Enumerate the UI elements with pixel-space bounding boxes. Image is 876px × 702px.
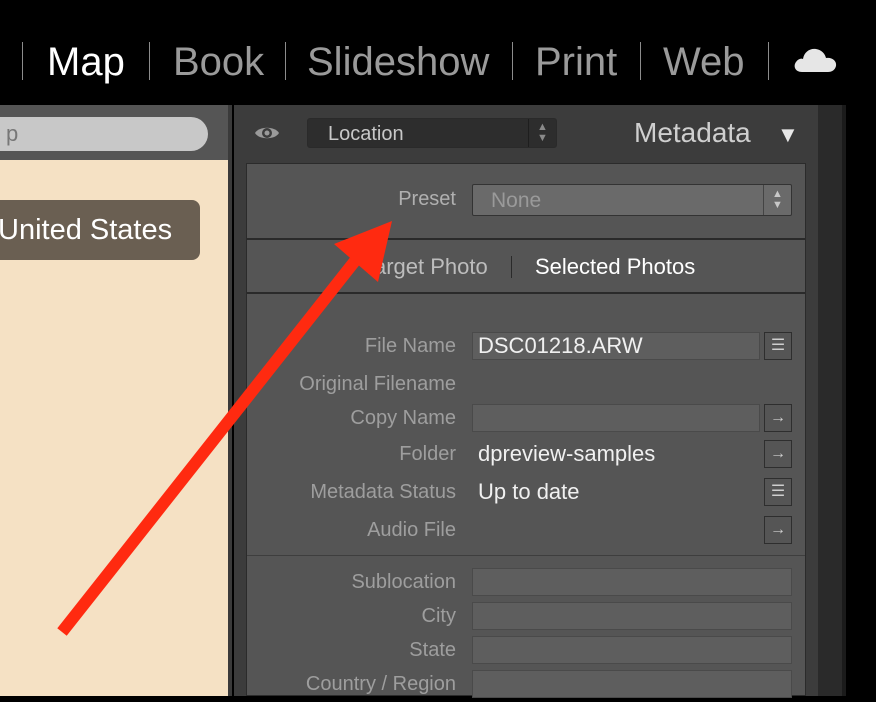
field-state: State [247, 634, 805, 668]
field-label: Country / Region [305, 673, 456, 695]
metadata-status-value: Up to date [478, 479, 580, 504]
panel-divider[interactable] [228, 105, 232, 696]
list-icon[interactable]: ☰ [764, 478, 792, 506]
country-region-input[interactable] [472, 670, 792, 698]
tab-separator [511, 256, 512, 278]
preset-section: Preset None ▲ ▼ [247, 164, 805, 240]
select-stepper-icon: ▲ ▼ [763, 185, 791, 215]
field-label: State [409, 639, 456, 661]
module-separator [512, 42, 513, 80]
field-label: Audio File [367, 519, 456, 541]
panel-edge [842, 105, 846, 696]
collapse-triangle-icon[interactable]: ▼ [777, 122, 799, 148]
cloud-icon[interactable] [792, 44, 838, 76]
arrow-right-icon[interactable]: → [764, 404, 792, 432]
module-book[interactable]: Book [173, 38, 264, 86]
module-separator [22, 42, 23, 80]
field-label: Original Filename [299, 373, 456, 395]
tab-target-photo[interactable]: Target Photo [363, 254, 488, 280]
metadata-view-select[interactable]: Location ▲ ▼ [307, 118, 557, 148]
field-sublocation: Sublocation [247, 566, 805, 600]
field-label: Copy Name [350, 407, 456, 429]
field-city: City [247, 600, 805, 634]
field-metadata-status: Metadata Status Up to date ☰ [247, 476, 805, 510]
metadata-body: Preset None ▲ ▼ Target Photo Selected Pho… [246, 163, 806, 698]
module-separator [640, 42, 641, 80]
metadata-view-select-value: Location [328, 123, 404, 145]
section-divider [247, 555, 805, 556]
arrow-right-icon[interactable]: → [764, 440, 792, 468]
field-audio-file: Audio File → [247, 514, 805, 548]
preset-select-value: None [491, 189, 542, 212]
map-location-label[interactable]: United States [0, 200, 200, 260]
map-search-input[interactable]: p [0, 117, 208, 151]
module-web[interactable]: Web [663, 38, 745, 86]
preset-label: Preset [398, 188, 456, 210]
tab-selected-photos[interactable]: Selected Photos [535, 254, 695, 280]
arrow-right-icon[interactable]: → [764, 516, 792, 544]
module-separator [285, 42, 286, 80]
field-label: File Name [364, 335, 456, 357]
state-input[interactable] [472, 636, 792, 664]
map-panel: p United States [0, 105, 232, 696]
module-map[interactable]: Map [47, 38, 125, 86]
city-input[interactable] [472, 602, 792, 630]
metadata-panel-header: Location ▲ ▼ Metadata ▼ [234, 105, 818, 163]
metadata-panel: Location ▲ ▼ Metadata ▼ Preset None ▲ ▼ Ta… [234, 105, 846, 698]
field-file-name: File Name DSC01218.ARW ☰ [247, 330, 805, 364]
select-stepper-icon: ▲ ▼ [528, 119, 556, 147]
sublocation-input[interactable] [472, 568, 792, 596]
field-label: Folder [399, 443, 456, 465]
copy-name-input[interactable] [472, 404, 760, 432]
folder-value: dpreview-samples [478, 441, 656, 466]
photo-scope-tabs: Target Photo Selected Photos [247, 240, 805, 294]
field-label: City [421, 605, 456, 627]
field-country-region: Country / Region [247, 668, 805, 702]
map-toolbar: p [0, 105, 232, 160]
module-picker: Map Book Slideshow Print Web [0, 0, 876, 100]
module-separator [768, 42, 769, 80]
file-name-value: DSC01218.ARW [478, 333, 643, 358]
module-separator [149, 42, 150, 80]
panel-title[interactable]: Metadata [634, 117, 751, 149]
list-icon[interactable]: ☰ [764, 332, 792, 360]
map-view[interactable]: United States [0, 160, 228, 696]
field-original-filename: Original Filename [247, 368, 805, 402]
field-label: Metadata Status [310, 481, 456, 503]
field-copy-name: Copy Name → [247, 402, 805, 436]
module-print[interactable]: Print [535, 38, 617, 86]
preset-select[interactable]: None ▲ ▼ [472, 184, 792, 216]
map-search-placeholder: p [6, 121, 19, 146]
module-slideshow[interactable]: Slideshow [307, 38, 489, 86]
field-label: Sublocation [351, 571, 456, 593]
eye-icon[interactable] [254, 122, 280, 144]
field-folder: Folder dpreview-samples → [247, 438, 805, 472]
